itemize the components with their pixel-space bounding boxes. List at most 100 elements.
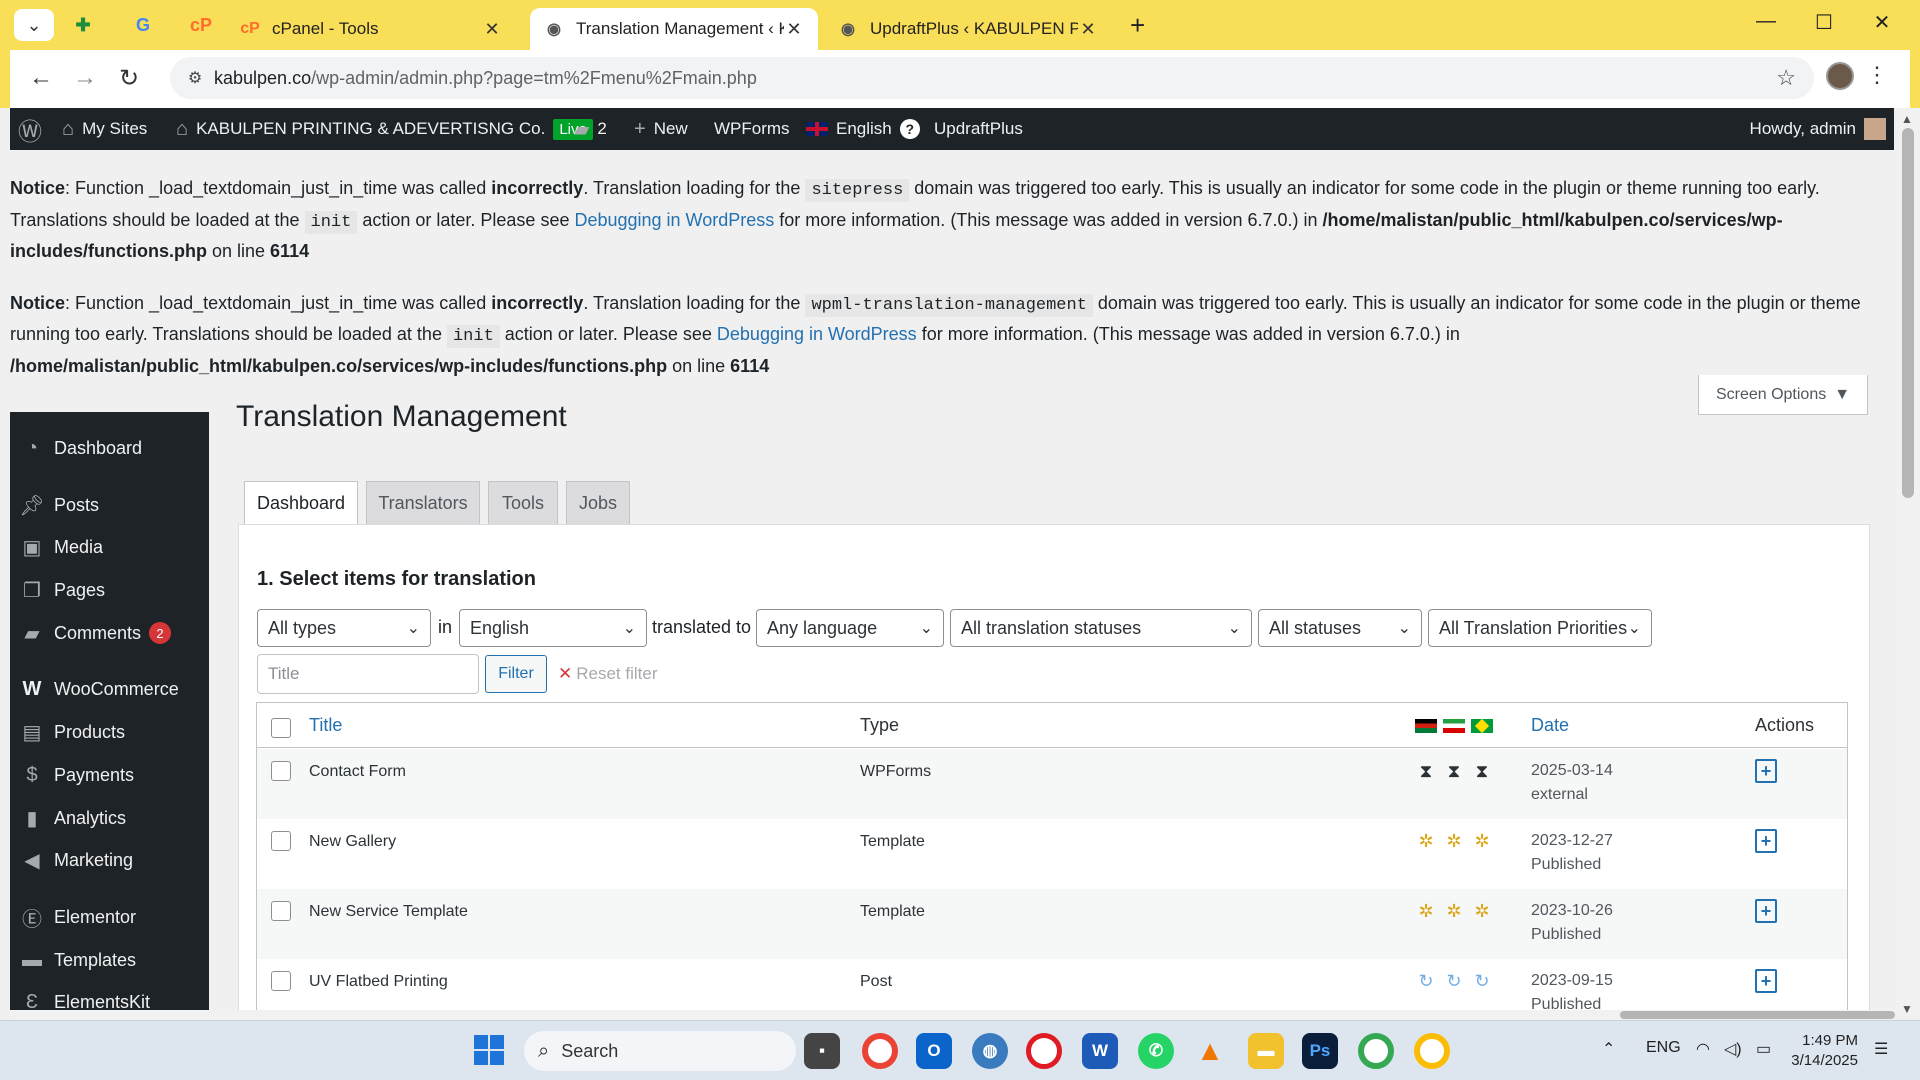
vertical-scrollbar[interactable]: ▲ ▼ <box>1896 108 1920 1016</box>
minimize-button[interactable]: — <box>1746 10 1786 33</box>
maximize-button[interactable]: ☐ <box>1804 10 1844 35</box>
chrome-icon[interactable] <box>862 1033 898 1069</box>
row-checkbox[interactable] <box>271 761 291 781</box>
menu-item-marketing[interactable]: ◀ Marketing <box>10 840 209 880</box>
scrollbar-thumb[interactable] <box>1620 1011 1895 1019</box>
pinned-tab-translate[interactable]: G <box>128 11 158 39</box>
photoshop-icon[interactable]: Ps <box>1302 1033 1338 1069</box>
add-translation-icon[interactable]: + <box>1755 969 1777 993</box>
new-content-menu[interactable]: + New <box>634 108 688 150</box>
screen-options-button[interactable]: Screen Options ▼ <box>1698 375 1868 415</box>
tab-dashboard[interactable]: Dashboard <box>244 481 358 526</box>
menu-item-comments[interactable]: ▰ Comments 2 <box>10 613 209 653</box>
taskbar-clock[interactable]: 1:49 PM 3/14/2025 <box>1790 1031 1858 1071</box>
status-select[interactable]: All statuses ⌄ <box>1258 609 1422 647</box>
scrollbar-thumb[interactable] <box>1902 128 1914 498</box>
comments-menu[interactable]: ▰ 2 <box>574 108 607 150</box>
battery-icon[interactable]: ▭ <box>1756 1039 1771 1059</box>
volume-icon[interactable]: ◁) <box>1724 1039 1742 1059</box>
outlook-icon[interactable]: O <box>916 1033 952 1069</box>
add-translation-icon[interactable]: + <box>1755 829 1777 853</box>
add-translation-icon[interactable]: + <box>1755 759 1777 783</box>
input-language[interactable]: ENG <box>1646 1039 1681 1057</box>
scroll-down-icon[interactable]: ▼ <box>1901 1002 1913 1016</box>
title-filter-input[interactable]: Title <box>257 654 479 694</box>
tab-jobs[interactable]: Jobs <box>566 481 630 525</box>
word-icon[interactable]: W <box>1082 1033 1118 1069</box>
debugging-link[interactable]: Debugging in WordPress <box>574 210 774 230</box>
source-language-select[interactable]: English ⌄ <box>459 609 647 647</box>
tab-translators[interactable]: Translators <box>366 481 480 525</box>
debugging-link[interactable]: Debugging in WordPress <box>717 324 917 344</box>
file-explorer-icon[interactable]: ▬ <box>1248 1033 1284 1069</box>
wpforms-menu[interactable]: WPForms <box>714 108 790 150</box>
my-sites-menu[interactable]: ⌂ My Sites <box>62 108 147 150</box>
site-name-menu[interactable]: ⌂ KABULPEN PRINTING & ADEVERTISNG Co. Li… <box>176 108 593 150</box>
back-button[interactable]: ← <box>26 64 56 92</box>
menu-item-posts[interactable]: 📌︎ Posts <box>10 485 209 525</box>
vlc-icon[interactable]: ▲ <box>1192 1033 1228 1069</box>
bookmark-star-icon[interactable]: ☆ <box>1776 65 1796 91</box>
row-checkbox[interactable] <box>271 831 291 851</box>
chevron-up-icon[interactable]: ⌃ <box>1602 1039 1615 1059</box>
window-close-button[interactable]: ✕ <box>1862 10 1902 35</box>
tab-tools[interactable]: Tools <box>488 481 558 525</box>
browser-menu-icon[interactable]: ⋮ <box>1866 62 1888 88</box>
my-account-menu[interactable]: Howdy, admin <box>1750 108 1886 150</box>
forward-button[interactable]: → <box>70 64 100 92</box>
close-icon[interactable]: ✕ <box>482 19 502 40</box>
date-column-header[interactable]: Date <box>1531 715 1569 736</box>
menu-item-woocommerce[interactable]: W WooCommerce <box>10 669 209 709</box>
address-bar[interactable]: ⚙ kabulpen.co/wp-admin/admin.php?page=tm… <box>170 57 1814 99</box>
tab-translation-management[interactable]: ◉ Translation Management ‹ KABU ✕ <box>530 8 818 50</box>
horizontal-scrollbar[interactable] <box>10 1010 1896 1020</box>
opera-icon[interactable] <box>1026 1033 1062 1069</box>
tab-updraftplus[interactable]: ◉ UpdraftPlus ‹ KABULPEN PRINT ✕ <box>824 8 1112 50</box>
reset-filter-link[interactable]: ✕ Reset filter <box>558 664 658 684</box>
tab-cpanel-tools[interactable]: cP cPanel - Tools ✕ <box>226 8 516 50</box>
priority-select[interactable]: All Translation Priorities ⌄ <box>1428 609 1652 647</box>
payments-icon: $ <box>26 763 38 786</box>
notification-icon[interactable]: ☰ <box>1874 1039 1888 1059</box>
help-icon[interactable]: ? <box>899 119 920 139</box>
globe-app-icon[interactable]: ◍ <box>972 1033 1008 1069</box>
menu-item-elementor[interactable]: Ⓔ Elementor <box>10 897 209 937</box>
task-view-icon[interactable]: ▪ <box>804 1033 840 1069</box>
site-info-icon[interactable]: ⚙ <box>176 68 214 88</box>
windows-start-icon[interactable] <box>474 1035 504 1065</box>
language-switcher[interactable]: English ? <box>806 108 920 150</box>
close-icon[interactable]: ✕ <box>784 19 804 40</box>
close-icon[interactable]: ✕ <box>1078 19 1098 40</box>
new-tab-button[interactable]: + <box>1130 10 1145 41</box>
menu-item-media[interactable]: ▣ Media <box>10 527 209 567</box>
select-all-checkbox[interactable] <box>271 718 291 738</box>
taskbar-search[interactable]: ⌕ Search <box>524 1031 796 1071</box>
reload-button[interactable]: ↻ <box>114 64 144 93</box>
title-column-header[interactable]: Title <box>309 715 342 736</box>
whatsapp-icon[interactable]: ✆ <box>1138 1033 1174 1069</box>
wifi-icon[interactable]: ◠ <box>1696 1039 1710 1059</box>
row-checkbox[interactable] <box>271 901 291 921</box>
chrome-profile-icon[interactable] <box>1414 1033 1450 1069</box>
tab-search-button[interactable]: ⌄ <box>14 9 54 41</box>
pinned-tab-cpanel[interactable]: cP <box>186 11 216 39</box>
menu-item-dashboard[interactable]: ◔ Dashboard <box>10 428 209 468</box>
add-translation-icon[interactable]: + <box>1755 899 1777 923</box>
profile-avatar[interactable] <box>1826 62 1854 90</box>
row-checkbox[interactable] <box>271 971 291 991</box>
wordpress-logo-icon[interactable]: Ⓦ <box>18 108 42 150</box>
updraftplus-menu[interactable]: UpdraftPlus <box>934 108 1023 150</box>
menu-item-products[interactable]: ▤ Products <box>10 712 209 752</box>
translation-status-select[interactable]: All translation statuses ⌄ <box>950 609 1252 647</box>
type-select[interactable]: All types ⌄ <box>257 609 431 647</box>
chrome-profile-icon[interactable] <box>1358 1033 1394 1069</box>
menu-item-pages[interactable]: ❐ Pages <box>10 570 209 610</box>
menu-item-templates[interactable]: ▬ Templates <box>10 940 209 980</box>
menu-item-analytics[interactable]: ▮ Analytics <box>10 798 209 838</box>
filter-button[interactable]: Filter <box>485 655 547 693</box>
close-icon: ✕ <box>558 664 573 683</box>
menu-item-payments[interactable]: $ Payments <box>10 755 209 795</box>
pinned-tab-sheets[interactable]: ✚ <box>68 11 98 39</box>
scroll-up-icon[interactable]: ▲ <box>1901 112 1913 126</box>
target-language-select[interactable]: Any language ⌄ <box>756 609 944 647</box>
